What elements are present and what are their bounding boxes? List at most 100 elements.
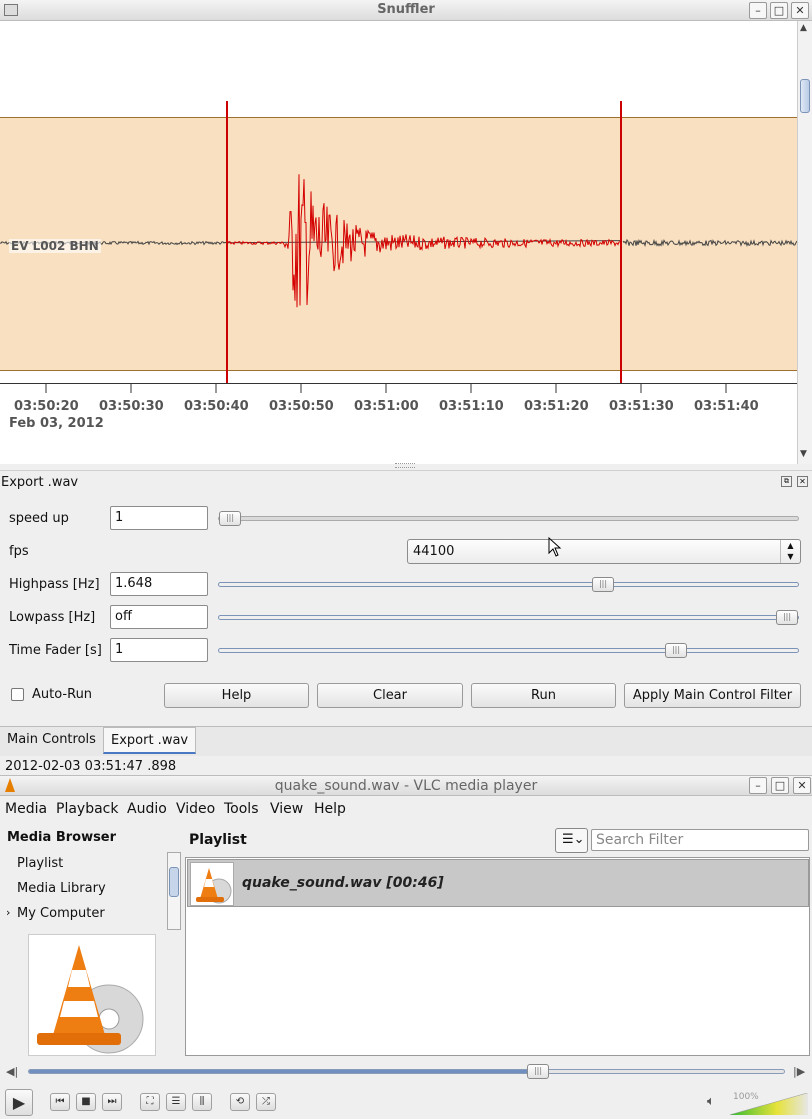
next-button[interactable]: ⏭ (102, 1093, 122, 1111)
close-panel-icon[interactable]: ✕ (797, 476, 808, 487)
seek-handle[interactable]: ||| (527, 1064, 549, 1079)
close-icon[interactable]: ✕ (793, 777, 811, 794)
highpass-slider[interactable]: ||| (218, 577, 799, 592)
auto-run-label: Auto-Run (32, 687, 93, 702)
seek-bar[interactable]: ||| (28, 1064, 785, 1079)
time-tick-label: 03:50:50 (269, 399, 334, 414)
lowpass-slider[interactable]: ||| (218, 610, 799, 625)
slider-handle[interactable]: ||| (592, 577, 614, 592)
export-panel-title: Export .wav (1, 475, 79, 490)
sidebar-item-playlist[interactable]: Playlist (17, 856, 63, 871)
time-fader-input[interactable]: 1 (110, 638, 208, 662)
menu-media[interactable]: Media (5, 801, 47, 817)
seek-forward-icon[interactable]: |▶ (793, 1065, 805, 1078)
album-art (28, 934, 156, 1056)
menu-playback[interactable]: Playback (56, 801, 118, 817)
mouse-cursor-icon (548, 536, 562, 561)
playlist-item-thumbnail-icon (190, 862, 234, 906)
trace-viewer[interactable]: EV L002 BHN 03:50:20 03:50:30 03:50:40 03:5… (0, 21, 798, 464)
lowpass-label: Lowpass [Hz] (9, 610, 96, 625)
seismogram-plot[interactable] (0, 21, 798, 464)
seek-back-icon[interactable]: ◀| (6, 1065, 18, 1078)
sidebar-item-media-library[interactable]: Media Library (17, 881, 106, 896)
fullscreen-button[interactable]: ⛶ (140, 1093, 160, 1111)
volume-slider[interactable] (729, 1092, 809, 1116)
slider-handle[interactable]: ||| (776, 610, 798, 625)
speaker-icon[interactable]: 🔈︎ (707, 1094, 715, 1109)
scroll-down-icon[interactable]: ▼ (800, 449, 807, 459)
extended-settings-button[interactable]: ⫼ (192, 1093, 212, 1111)
playlist-view-mode-button[interactable]: ☰⌄ (555, 828, 588, 853)
search-filter-placeholder: Search Filter (596, 832, 684, 848)
snuffler-titlebar: Snuffler – □ ✕ (0, 0, 812, 21)
seek-bar-fill (29, 1070, 542, 1073)
speed-up-slider[interactable]: ||| (218, 511, 799, 526)
menu-view[interactable]: View (270, 801, 303, 817)
fps-label: fps (9, 544, 29, 559)
playlist-item[interactable]: quake_sound.wav [00:46] (187, 859, 809, 907)
speed-up-input[interactable]: 1 (110, 506, 208, 530)
time-tick-label: 03:51:30 (609, 399, 674, 414)
sidebar-scroll-thumb[interactable] (169, 867, 179, 897)
maximize-icon[interactable]: □ (770, 2, 788, 19)
menu-audio[interactable]: Audio (127, 801, 167, 817)
play-button[interactable]: ▶ (5, 1089, 33, 1116)
viewer-scrollbar[interactable]: ▲ ▼ (797, 21, 812, 464)
scroll-up-icon[interactable]: ▲ (800, 23, 807, 33)
time-tick-label: 03:50:40 (184, 399, 249, 414)
slider-handle[interactable]: ||| (219, 511, 241, 526)
minimize-icon[interactable]: – (749, 2, 767, 19)
playlist-item-title: quake_sound.wav [00:46] (242, 875, 444, 891)
menu-video[interactable]: Video (176, 801, 215, 817)
shuffle-button[interactable]: ⤮ (256, 1093, 276, 1111)
menu-help[interactable]: Help (314, 801, 346, 817)
time-tick-label: 03:50:20 (14, 399, 79, 414)
scroll-thumb[interactable] (800, 79, 810, 113)
highpass-label: Highpass [Hz] (9, 577, 100, 592)
snuffler-title: Snuffler (377, 2, 435, 17)
playlist-heading: Playlist (189, 832, 247, 848)
date-label: Feb 03, 2012 (9, 416, 104, 431)
status-time: 2012-02-03 03:51:47 .898 (5, 759, 177, 774)
time-tick-label: 03:51:40 (694, 399, 759, 414)
trace-label: EV L002 BHN (9, 239, 101, 253)
vlc-titlebar: quake_sound.wav - VLC media player – □ ✕ (0, 775, 812, 796)
time-tick-label: 03:50:30 (99, 399, 164, 414)
slider-handle[interactable]: ||| (665, 643, 687, 658)
previous-button[interactable]: ⏮ (50, 1093, 70, 1111)
help-button[interactable]: Help (164, 683, 309, 708)
loop-button[interactable]: ⟲ (230, 1093, 250, 1111)
tab-export-wav[interactable]: Export .wav (103, 727, 197, 754)
select-arrows-icon: ▲ ▼ (780, 540, 800, 563)
media-browser-sidebar: Media Browser Playlist Media Library › M… (0, 824, 183, 1056)
vlc-menubar: Media Playback Audio Video Tools View He… (0, 797, 812, 821)
time-tick-label: 03:51:00 (354, 399, 419, 414)
expand-chevron-icon[interactable]: › (6, 906, 10, 919)
time-fader-label: Time Fader [s] (9, 643, 102, 658)
time-fader-slider[interactable]: ||| (218, 643, 799, 658)
speed-up-label: speed up (9, 511, 69, 526)
highpass-input[interactable]: 1.648 (110, 572, 208, 596)
sidebar-item-my-computer[interactable]: My Computer (17, 906, 105, 921)
fps-select[interactable]: 44100 ▲ ▼ (407, 539, 801, 564)
clear-button[interactable]: Clear (317, 683, 463, 708)
close-icon[interactable]: ✕ (791, 2, 809, 19)
fps-value: 44100 (413, 544, 455, 559)
minimize-icon[interactable]: – (749, 777, 767, 794)
lowpass-input[interactable]: off (110, 605, 208, 629)
search-filter-input[interactable]: Search Filter (591, 829, 809, 851)
maximize-icon[interactable]: □ (771, 777, 789, 794)
stop-button[interactable]: ■ (76, 1093, 96, 1111)
media-browser-heading: Media Browser (7, 830, 117, 845)
tab-main-controls[interactable]: Main Controls (0, 727, 103, 754)
splitter-grip[interactable] (395, 463, 415, 468)
vlc-cone-cd-icon (37, 945, 144, 1054)
apply-main-control-filter-button[interactable]: Apply Main Control Filter (624, 683, 801, 708)
float-panel-icon[interactable]: ⧉ (781, 476, 792, 487)
auto-run-checkbox[interactable] (11, 688, 24, 701)
playlist-view[interactable]: quake_sound.wav [00:46] (185, 857, 810, 1056)
menu-tools[interactable]: Tools (224, 801, 259, 817)
run-button[interactable]: Run (471, 683, 616, 708)
sidebar-scrollbar[interactable] (167, 852, 181, 930)
playlist-toggle-button[interactable]: ☰ (166, 1093, 186, 1111)
